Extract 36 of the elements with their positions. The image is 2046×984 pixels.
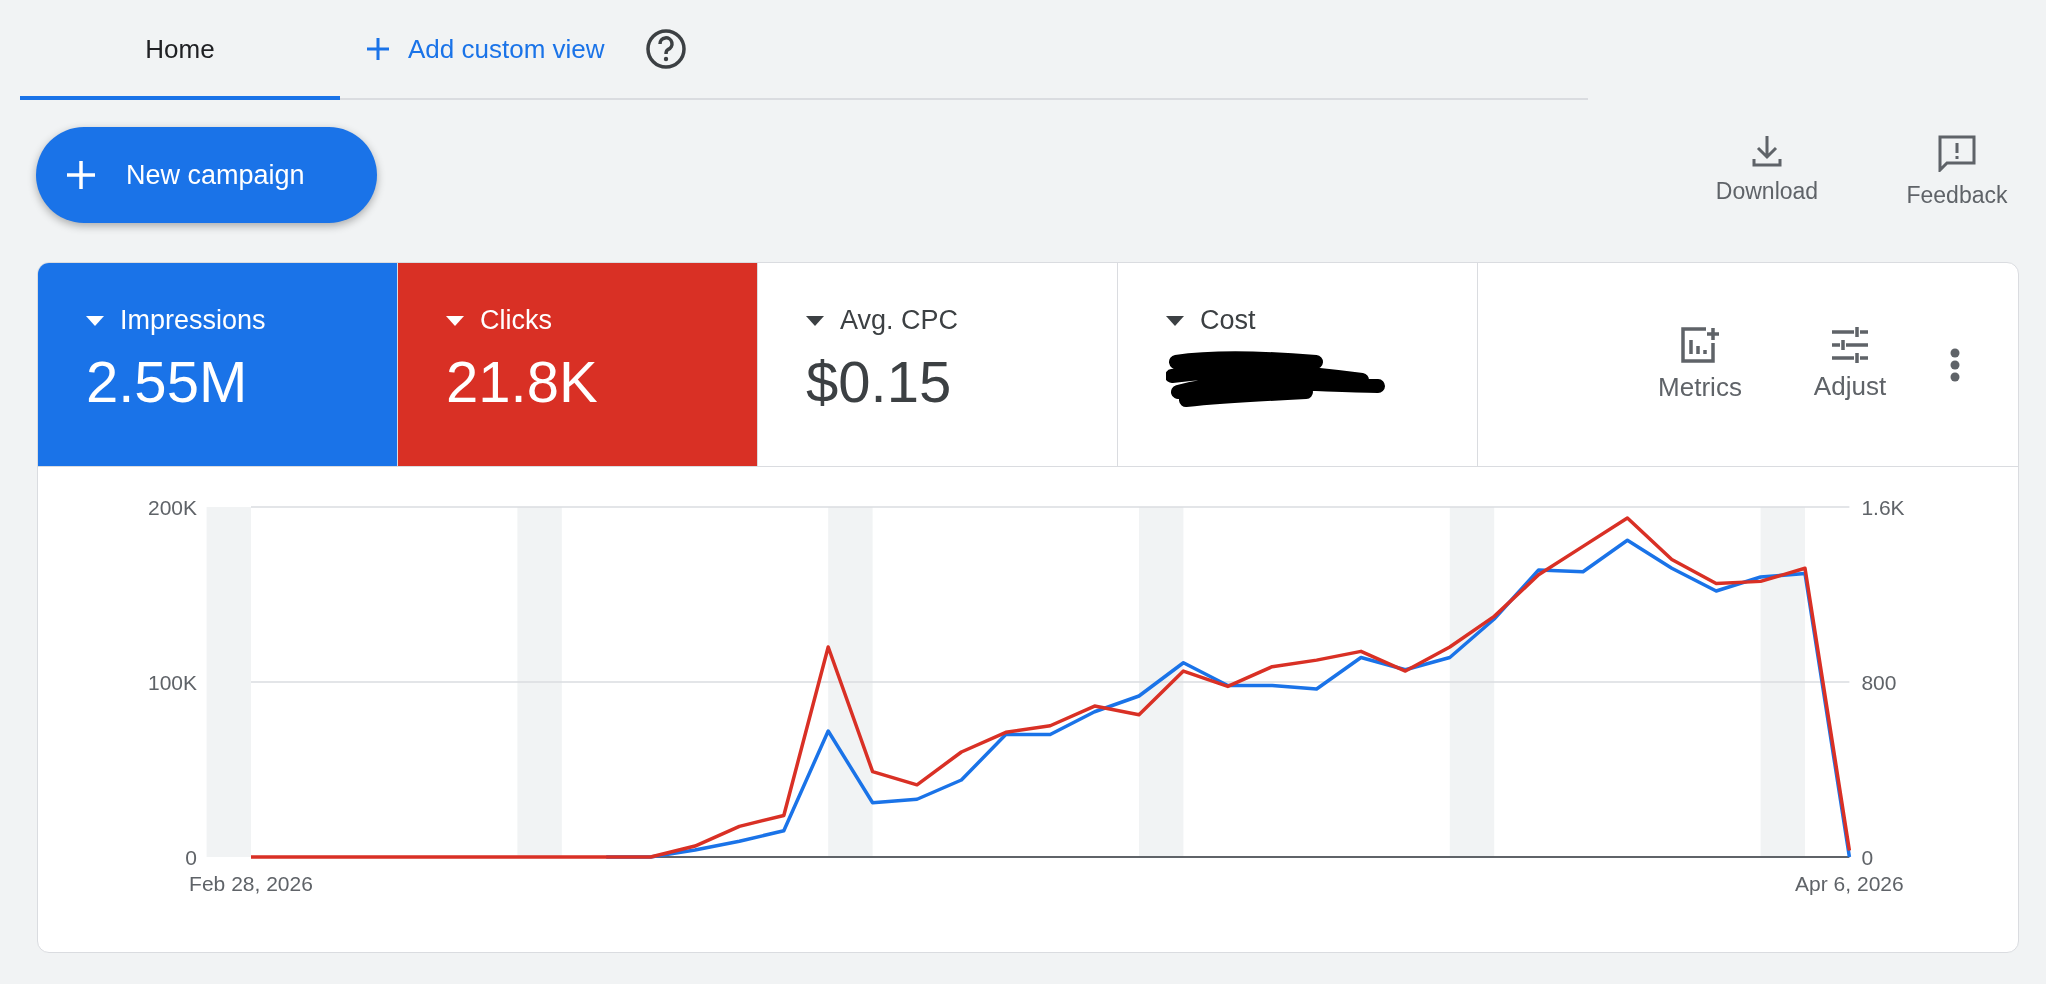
metric-value: $0.15 [806,348,953,415]
metric-tile[interactable]: Clicks 21.8K [398,263,758,466]
more-vert-icon [1950,347,1960,382]
sliders-icon [1830,327,1870,363]
caret-icon [1166,315,1184,326]
add-custom-view-link[interactable]: Add custom view [366,33,605,65]
axis-label: Apr 6, 2026 [1795,872,1904,895]
help-icon[interactable] [644,28,687,70]
axis-label: 0 [185,846,197,869]
metric-label: Impressions [120,305,266,336]
metric-tile[interactable]: Impressions 2.55M [38,263,398,466]
plus-icon [66,160,96,190]
caret-icon [446,315,464,326]
axis-label: 1.6K [1861,496,1905,519]
new-campaign-button[interactable]: New campaign [36,127,377,223]
plus-icon [366,37,390,61]
axis-label: 800 [1861,671,1897,694]
caret-icon [86,315,104,326]
bar-chart-plus-icon [1680,326,1720,364]
metric-value: 2.55M [86,348,249,415]
download-button[interactable]: Download [1692,133,1842,210]
axis-label: 200K [147,496,197,519]
caret-icon [806,315,824,326]
axis-label: 0 [1861,846,1874,869]
adjust-button[interactable]: Adjust [1790,326,1910,403]
feedback-icon [1937,134,1977,172]
metric-label: Cost [1200,305,1256,336]
download-icon [1751,134,1783,168]
metrics-button[interactable]: Metrics [1640,325,1760,404]
metric-label: Avg. CPC [840,305,959,336]
axis-label: Feb 28, 2026 [189,872,313,895]
metric-label: Clicks [480,305,552,336]
metric-value: 21.8K [446,348,599,415]
axis-label: 100K [147,671,197,694]
tab[interactable]: Home [20,0,340,100]
feedback-button[interactable]: Feedback [1882,133,2032,210]
